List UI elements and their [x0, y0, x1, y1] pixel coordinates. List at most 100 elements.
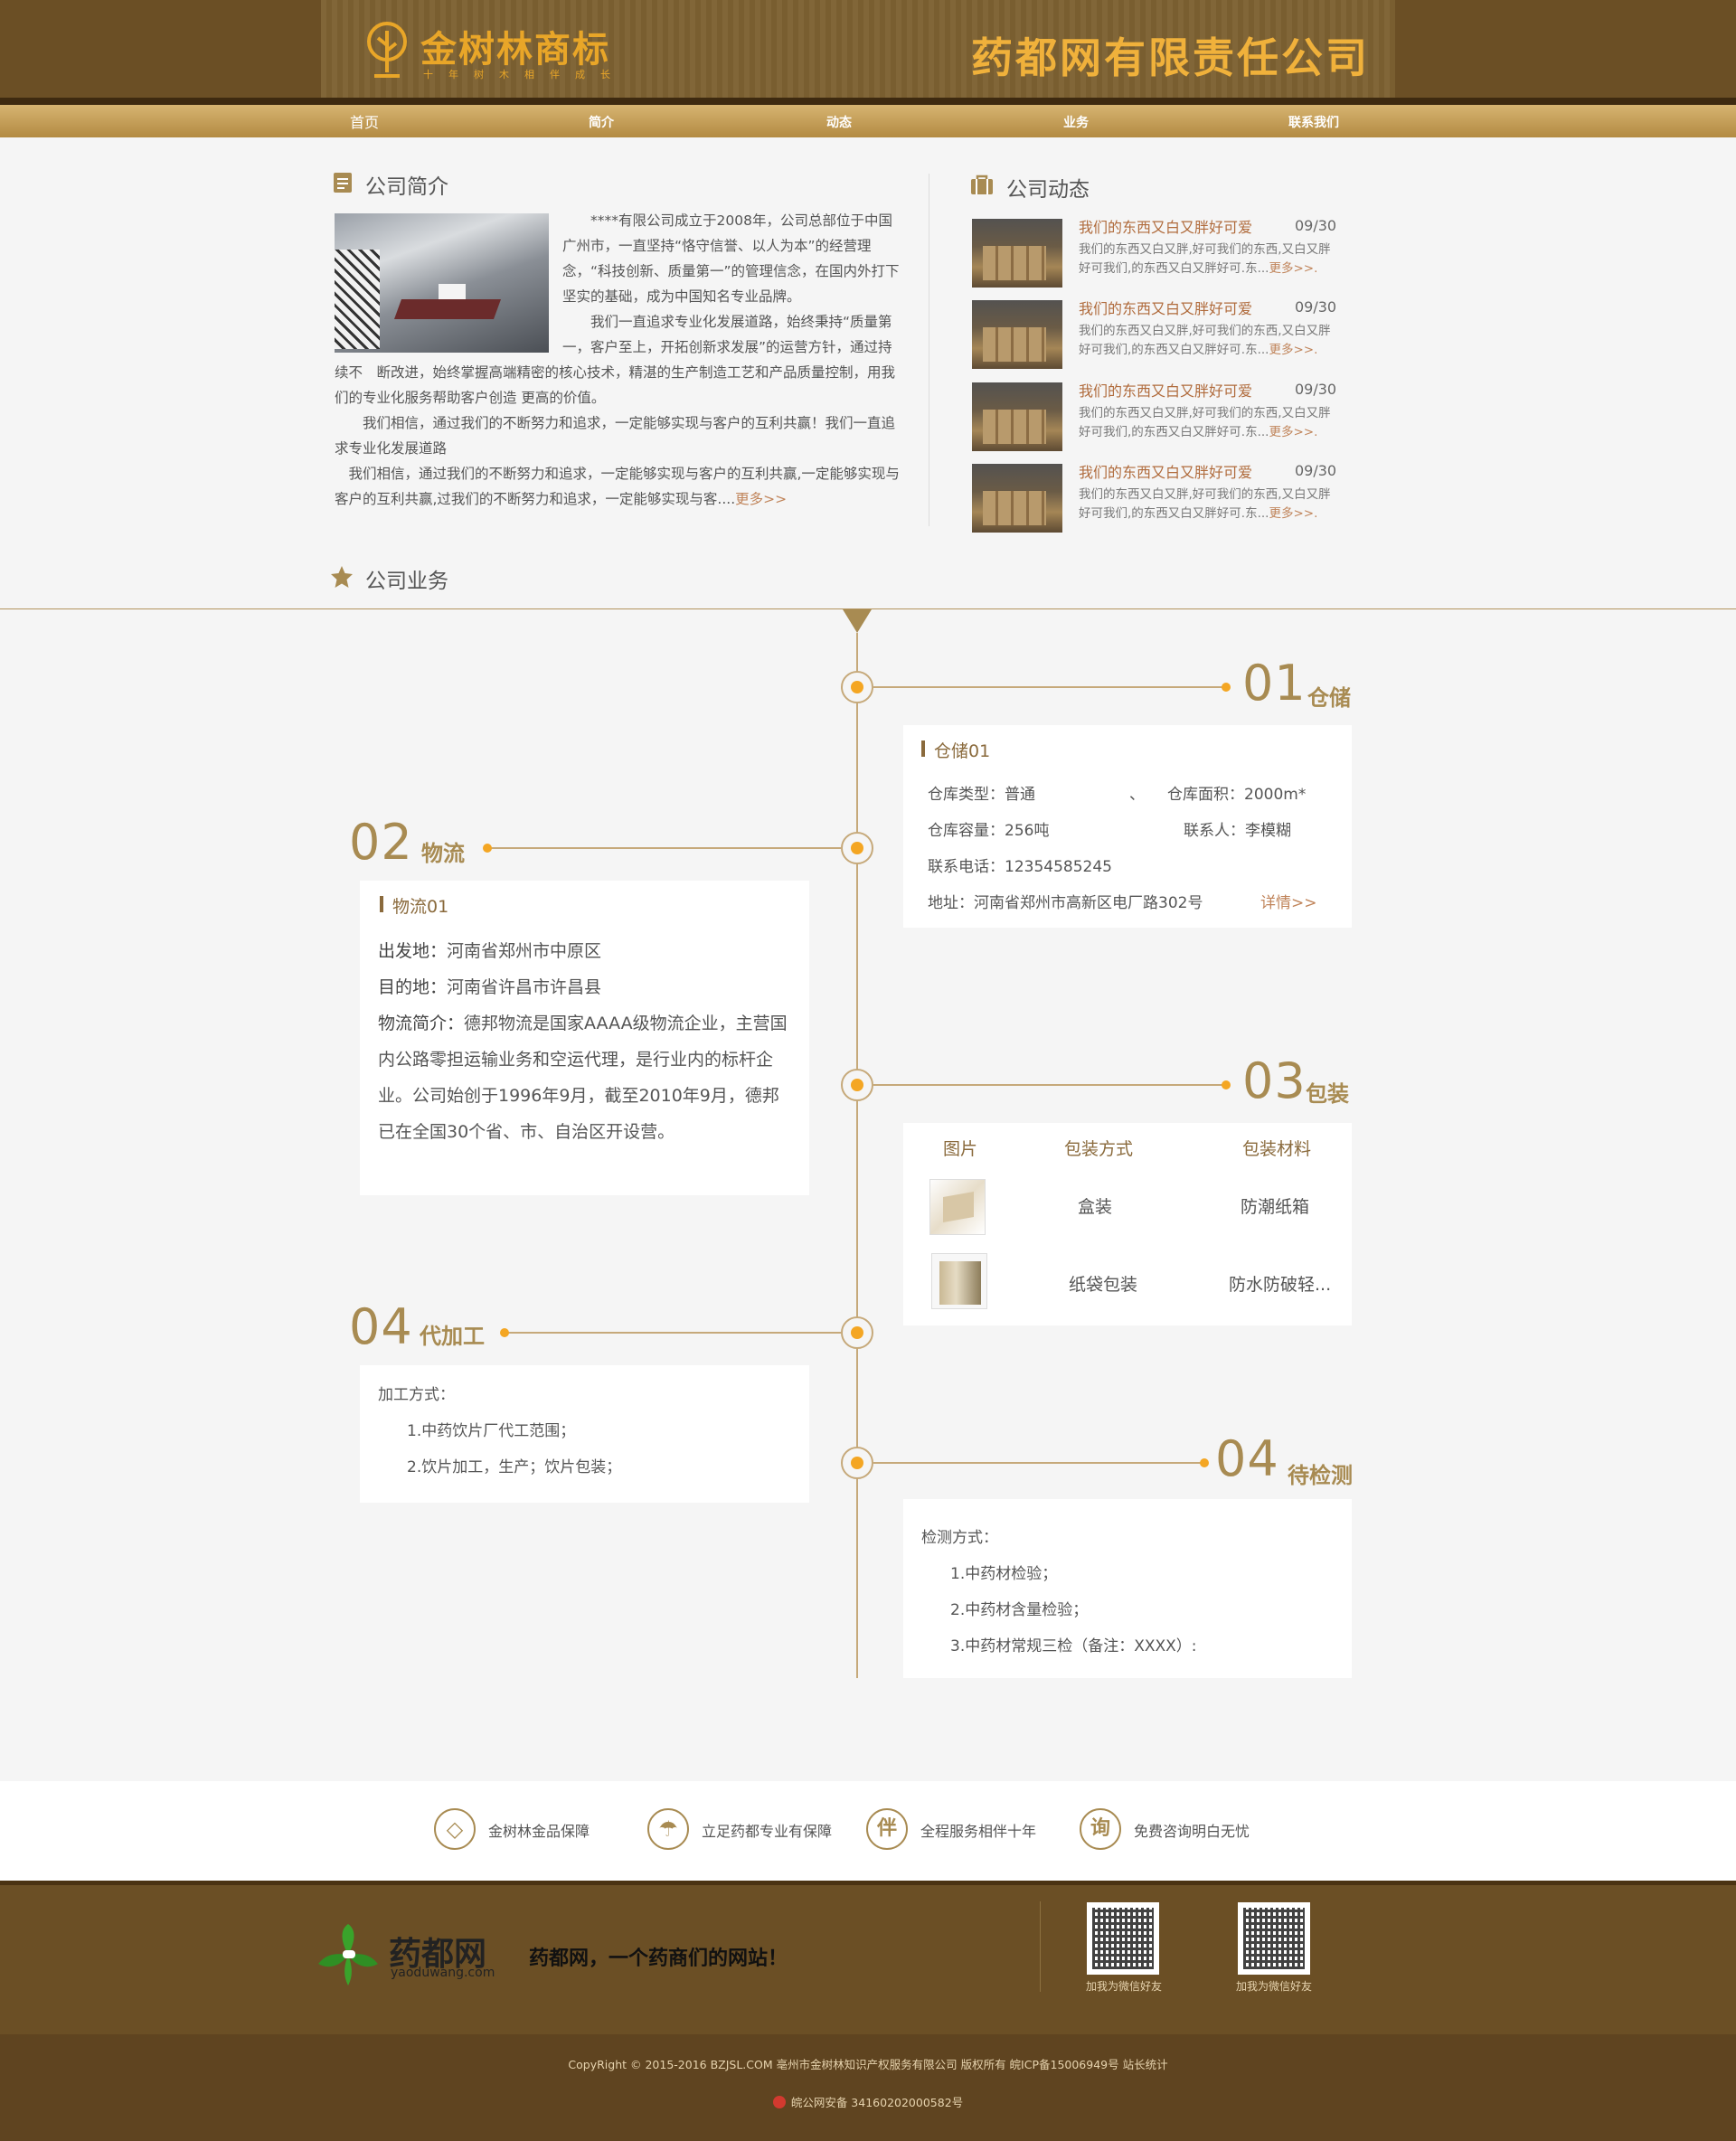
news-item[interactable]: 我们的东西又白又胖好可爱 09/30 我们的东西又白又胖,好可我们的东西,又白又… — [972, 297, 1352, 369]
timeline-node — [841, 1069, 873, 1101]
qr-label: 加我为微信好友 — [1236, 1980, 1313, 1993]
business-label: 待检测 — [1288, 1463, 1353, 1488]
inquiry-icon: 询 — [1080, 1808, 1121, 1850]
news-item[interactable]: 我们的东西又白又胖好可爱 09/30 我们的东西又白又胖,好可我们的东西,又白又… — [972, 215, 1352, 288]
storage-type: 仓库类型：普通 — [928, 786, 1035, 804]
business-number: 04 — [1215, 1430, 1279, 1487]
logistics-intro: 物流简介：德邦物流是国家AAAA级物流企业，主营国内公路零担运输业务和空运代理，… — [378, 1014, 788, 1142]
storage-card: 仓储01 仓库类型：普通 、 仓库面积：2000m* 仓库容量：256吨 联系人… — [903, 725, 1352, 928]
wechat-qr-code[interactable] — [1238, 1902, 1310, 1975]
timeline-dot — [1222, 683, 1231, 692]
news-thumbnail[interactable] — [972, 300, 1062, 369]
business-number: 04 — [349, 1298, 413, 1355]
processing-card: 加工方式： 1.中药饮片厂代工范围； 2.饮片加工，生产；饮片包装； — [360, 1365, 809, 1503]
news-description: 我们的东西又白又胖,好可我们的东西,又白又胖好可我们,的东西又白又胖好可.东..… — [1079, 324, 1331, 357]
intro-paragraph: 我们相信，通过我们的不断努力和追求，一定能够实现与客户的互利共赢！我们一直追求专… — [335, 415, 896, 457]
police-record[interactable]: 皖公网安备 34160202000582号 — [0, 2093, 1736, 2110]
news-date: 09/30 — [1295, 217, 1337, 234]
footer-divider — [1040, 1901, 1041, 1992]
qr-label: 加我为微信好友 — [1086, 1980, 1163, 1993]
police-badge-icon — [772, 2096, 786, 2108]
timeline-node — [841, 1316, 873, 1349]
news-title[interactable]: 我们的东西又白又胖好可爱 — [1079, 379, 1252, 401]
packaging-method: 纸袋包装 — [1069, 1275, 1138, 1295]
storage-contact: 联系人：李模糊 — [1184, 822, 1291, 840]
storage-phone: 联系电话：12354585245 — [928, 858, 1112, 876]
testing-item: 3.中药材常规三检（备注：XXXX）: — [950, 1637, 1197, 1655]
box-package-image — [929, 1179, 986, 1235]
logistics-destination: 目的地：河南省许昌市许昌县 — [378, 977, 602, 997]
footer-slogan: 药都网，一个药商们的网站！ — [529, 1948, 788, 1970]
news-more-link[interactable]: 更多>>. — [1269, 506, 1317, 521]
header — [0, 0, 1736, 105]
partner-icon: 伴 — [866, 1808, 908, 1850]
intro-more-link[interactable]: 更多>> — [735, 491, 787, 507]
copyright: CopyRight © 2015-2016 BZJSL.COM 亳州市金树林知识… — [568, 2058, 1168, 2071]
processing-item: 2.饮片加工，生产；饮片包装； — [407, 1458, 622, 1476]
news-title[interactable]: 我们的东西又白又胖好可爱 — [1079, 460, 1252, 482]
nav-item-home[interactable]: 首页 — [333, 105, 396, 137]
timeline-dot — [500, 1328, 509, 1337]
nav-item-news[interactable]: 动态 — [807, 105, 871, 137]
testing-item: 2.中药材含量检验； — [950, 1601, 1089, 1619]
guarantee-text: 立足药都专业有保障 — [702, 1823, 833, 1840]
business-number: 01 — [1242, 655, 1307, 712]
wechat-qr-code[interactable] — [1087, 1902, 1159, 1975]
storage-detail-link[interactable]: 详情>> — [1260, 890, 1317, 912]
testing-item: 1.中药材检验； — [950, 1565, 1058, 1583]
news-more-link[interactable]: 更多>>. — [1269, 343, 1317, 357]
news-date: 09/30 — [1295, 381, 1337, 398]
news-thumbnail[interactable] — [972, 464, 1062, 533]
timeline-arrow-icon — [843, 609, 872, 633]
timeline-connector — [488, 847, 841, 849]
main-nav: 首页 简介 动态 业务 联系我们 — [0, 105, 1736, 137]
news-date: 09/30 — [1295, 298, 1337, 316]
packaging-method: 盒装 — [1078, 1197, 1113, 1217]
logo-subtitle: 十年树木相伴成长 — [423, 69, 626, 80]
news-item[interactable]: 我们的东西又白又胖好可爱 09/30 我们的东西又白又胖,好可我们的东西,又白又… — [972, 379, 1352, 451]
umbrella-icon: ☂ — [647, 1808, 689, 1850]
timeline-node — [841, 1447, 873, 1479]
business-section-title: 公司业务 — [365, 570, 448, 593]
news-title[interactable]: 我们的东西又白又胖好可爱 — [1079, 215, 1252, 237]
news-title[interactable]: 我们的东西又白又胖好可爱 — [1079, 297, 1252, 318]
logistics-origin: 出发地：河南省郑州市中原区 — [378, 941, 602, 961]
packaging-header-image: 图片 — [943, 1139, 978, 1159]
packaging-card: 图片 包装方式 包装材料 盒装 防潮纸箱 纸袋包装 防水防破轻... — [903, 1123, 1352, 1325]
tree-logo-icon[interactable] — [363, 22, 410, 80]
header-divider — [0, 98, 1736, 105]
star-icon — [331, 566, 353, 588]
storage-address: 地址：河南省郑州市高新区电厂路302号 — [928, 894, 1203, 912]
business-label: 仓储 — [1307, 685, 1351, 711]
business-number: 02 — [349, 814, 413, 871]
nav-item-contact[interactable]: 联系我们 — [1273, 105, 1354, 137]
news-description: 我们的东西又白又胖,好可我们的东西,又白又胖好可我们,的东西又白又胖好可.东..… — [1079, 242, 1331, 276]
timeline-connector — [873, 686, 1226, 688]
testing-card: 检测方式： 1.中药材检验； 2.中药材含量检验； 3.中药材常规三检（备注：X… — [903, 1499, 1352, 1678]
processing-item: 1.中药饮片厂代工范围； — [407, 1422, 576, 1440]
news-item[interactable]: 我们的东西又白又胖好可爱 09/30 我们的东西又白又胖,好可我们的东西,又白又… — [972, 460, 1352, 533]
document-icon — [334, 173, 352, 193]
business-label: 包装 — [1306, 1081, 1349, 1107]
timeline-dot — [1200, 1458, 1209, 1467]
card-title: 仓储01 — [921, 738, 990, 762]
news-thumbnail[interactable] — [972, 219, 1062, 288]
bag-icon — [971, 174, 993, 194]
nav-item-business[interactable]: 业务 — [1044, 105, 1108, 137]
intro-section-title: 公司简介 — [365, 175, 448, 199]
logo-text[interactable]: 金树林商标 — [420, 20, 610, 72]
processing-method-label: 加工方式： — [378, 1386, 455, 1404]
news-thumbnail[interactable] — [972, 382, 1062, 451]
business-label: 代加工 — [420, 1324, 485, 1349]
timeline-connector — [506, 1332, 841, 1334]
footer-bottom — [0, 2034, 1736, 2141]
news-more-link[interactable]: 更多>>. — [1269, 261, 1317, 276]
business-label: 物流 — [421, 841, 465, 866]
packaging-header-method: 包装方式 — [1064, 1139, 1134, 1159]
leaf-logo-icon[interactable] — [318, 1924, 378, 1985]
nav-item-intro[interactable]: 简介 — [570, 105, 633, 137]
guarantee-text: 免费咨询明白无忧 — [1134, 1823, 1250, 1840]
timeline-connector — [873, 1084, 1226, 1086]
news-more-link[interactable]: 更多>>. — [1269, 425, 1317, 439]
storage-capacity: 仓库容量：256吨 — [928, 822, 1050, 840]
